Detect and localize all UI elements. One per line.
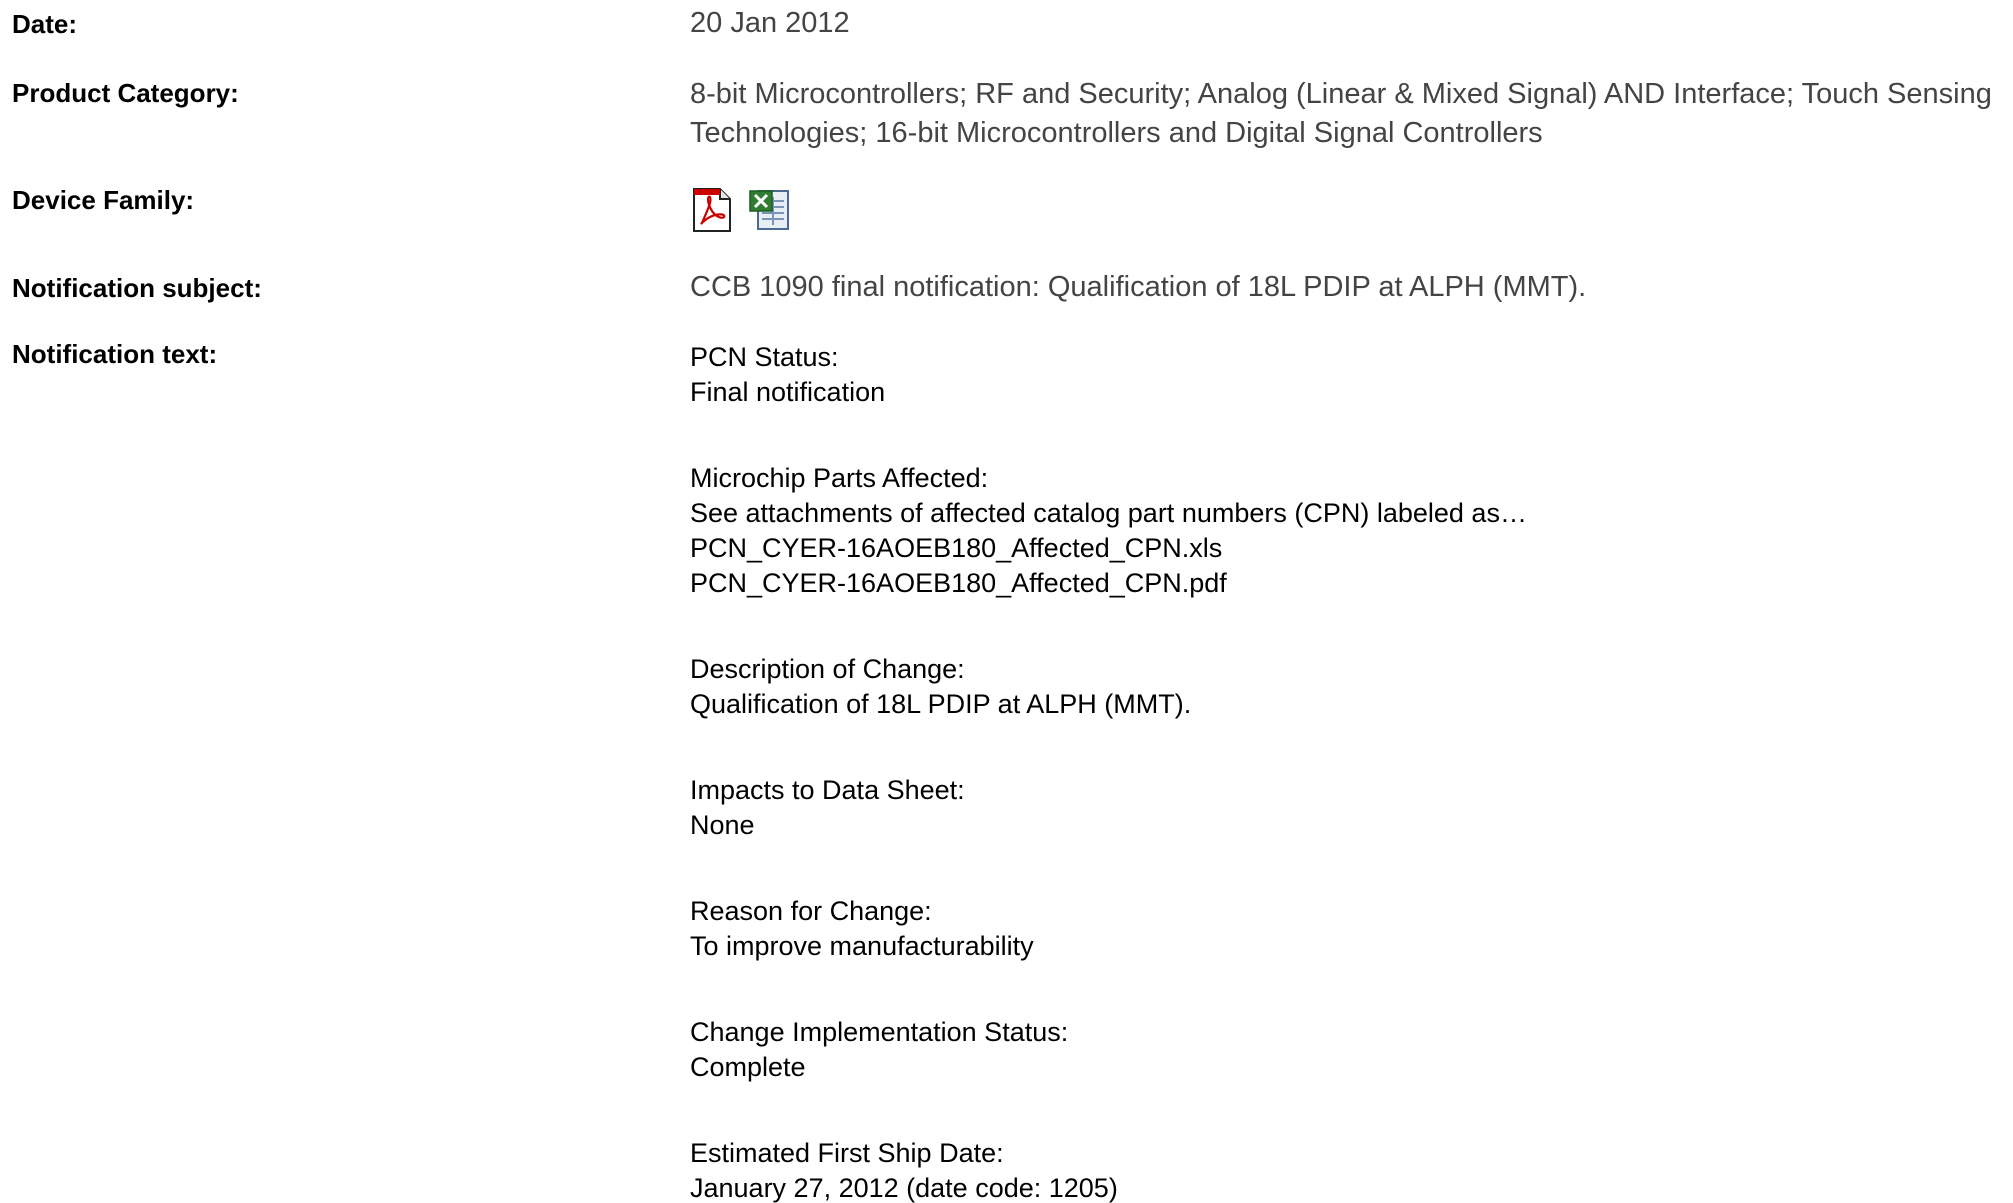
product-category-value: 8-bit Microcontrollers; RF and Security;… xyxy=(690,78,1992,149)
pcn-status-section: PCN Status: Final notification xyxy=(690,340,2010,410)
section-line: Complete xyxy=(690,1052,806,1082)
section-heading: Impacts to Data Sheet: xyxy=(690,775,965,805)
section-line: To improve manufacturability xyxy=(690,931,1034,961)
section-line: See attachments of affected catalog part… xyxy=(690,498,1527,528)
notification-text-label: Notification text: xyxy=(12,339,218,369)
description-section: Description of Change: Qualification of … xyxy=(690,652,2010,722)
section-heading: Change Implementation Status: xyxy=(690,1017,1069,1047)
section-line: Qualification of 18L PDIP at ALPH (MMT). xyxy=(690,689,1192,719)
section-heading: Estimated First Ship Date: xyxy=(690,1138,1004,1168)
section-heading: Reason for Change: xyxy=(690,896,932,926)
notification-subject-label: Notification subject: xyxy=(12,273,262,303)
date-label: Date: xyxy=(12,9,78,39)
notification-subject-value: CCB 1090 final notification: Qualificati… xyxy=(690,271,1587,303)
data-sheet-impact-section: Impacts to Data Sheet: None xyxy=(690,773,2010,843)
section-line: Final notification xyxy=(690,377,886,407)
product-category-label: Product Category: xyxy=(12,78,239,108)
parts-affected-section: Microchip Parts Affected: See attachment… xyxy=(690,461,2010,601)
date-value: 20 Jan 2012 xyxy=(690,7,850,39)
section-line: None xyxy=(690,810,755,840)
first-ship-date-section: Estimated First Ship Date: January 27, 2… xyxy=(690,1136,2010,1203)
attachment-xls-name: PCN_CYER-16AOEB180_Affected_CPN.xls xyxy=(690,533,1223,563)
attachment-pdf-name: PCN_CYER-16AOEB180_Affected_CPN.pdf xyxy=(690,568,1227,598)
section-heading: Microchip Parts Affected: xyxy=(690,463,989,493)
section-heading: PCN Status: xyxy=(690,342,839,372)
reason-section: Reason for Change: To improve manufactur… xyxy=(690,894,2010,964)
section-heading: Description of Change: xyxy=(690,654,965,684)
excel-icon[interactable] xyxy=(748,187,792,233)
implementation-status-section: Change Implementation Status: Complete xyxy=(690,1015,2010,1085)
pdf-icon[interactable] xyxy=(690,187,734,233)
device-family-label: Device Family: xyxy=(12,185,195,215)
section-line: January 27, 2012 (date code: 1205) xyxy=(690,1173,1118,1203)
